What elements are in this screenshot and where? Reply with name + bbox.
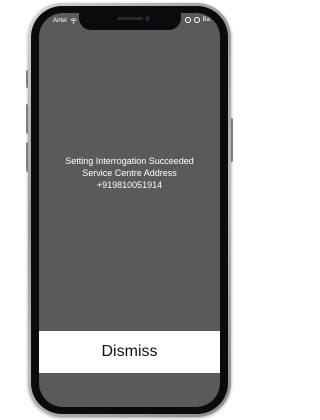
message-line-label: Service Centre Address — [82, 168, 177, 178]
front-camera — [144, 16, 150, 21]
message-line-title: Setting Interrogation Succeeded — [65, 156, 194, 166]
speaker-grille — [116, 17, 143, 20]
phone-frame: Airtel Ba Setting Interrogation Succeede… — [28, 3, 231, 417]
ussd-message: Setting Interrogation Succeeded Service … — [39, 155, 220, 191]
phone-screen: Airtel Ba Setting Interrogation Succeede… — [39, 13, 220, 407]
status-indicators: Ba — [184, 17, 210, 23]
battery-label: Ba — [202, 17, 210, 23]
dismiss-button[interactable]: Dismiss — [39, 331, 220, 373]
carrier-info: Airtel — [53, 18, 77, 24]
alarm-icon — [193, 17, 200, 23]
message-line-number: +919810051914 — [96, 180, 163, 190]
location-icon — [184, 17, 191, 23]
carrier-name: Airtel — [53, 18, 67, 24]
device-mockup: Airtel Ba Setting Interrogation Succeede… — [0, 0, 259, 420]
wifi-icon — [69, 18, 77, 24]
phone-bezel: Airtel Ba Setting Interrogation Succeede… — [31, 6, 228, 414]
notch — [78, 13, 181, 30]
